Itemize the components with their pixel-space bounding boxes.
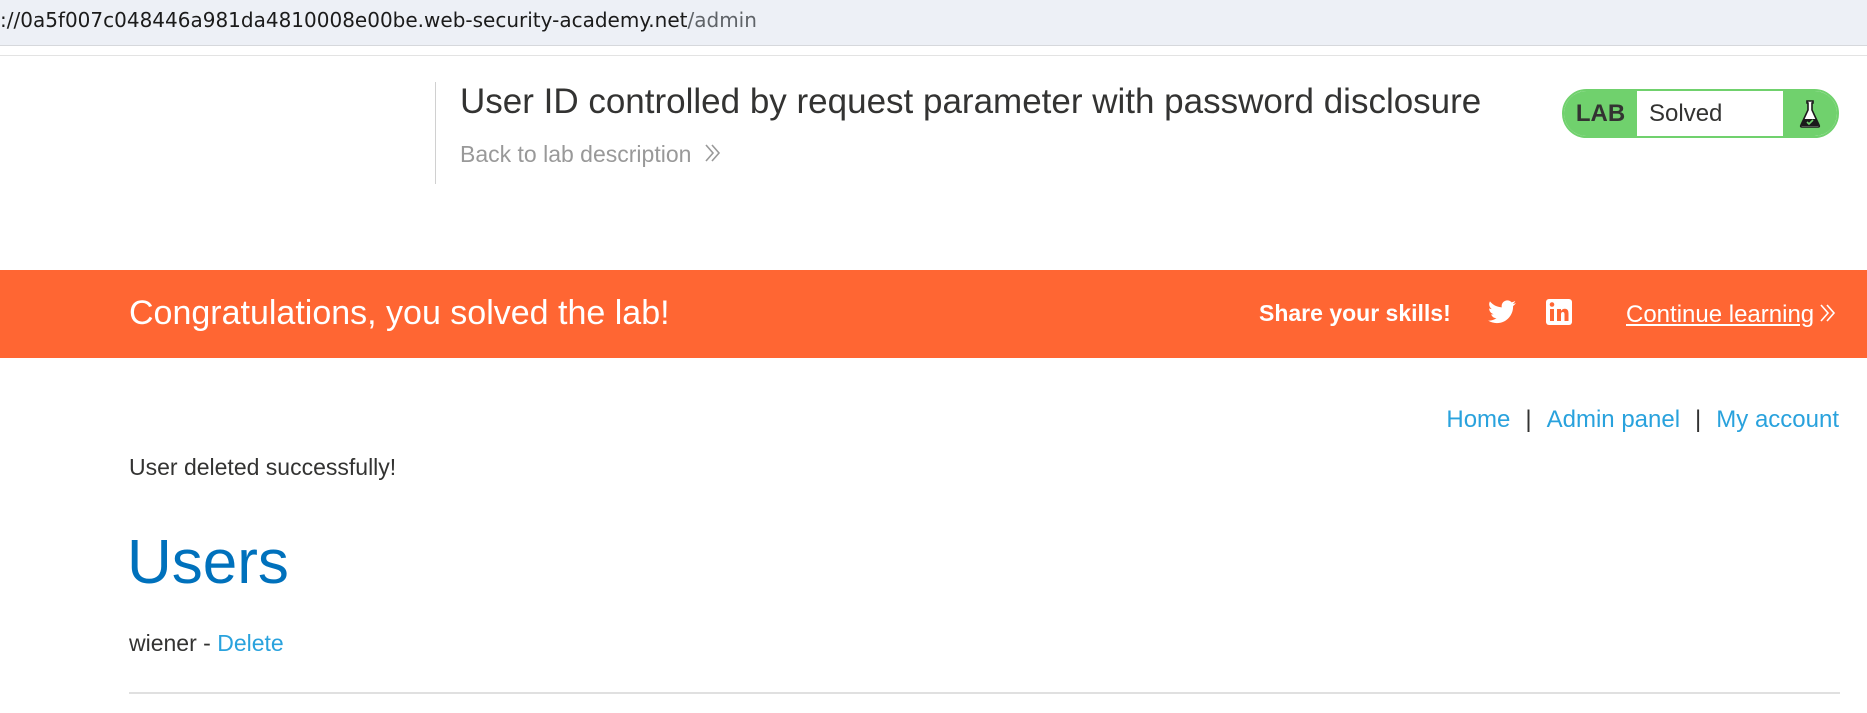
url-host: ://0a5f007c048446a981da4810008e00be.web-…: [0, 8, 688, 32]
status-message: User deleted successfully!: [129, 454, 397, 480]
back-to-lab-description-link[interactable]: Back to lab description: [460, 141, 721, 168]
nav-home-link[interactable]: Home: [1446, 406, 1510, 433]
linkedin-icon[interactable]: [1546, 299, 1572, 330]
double-chevron-right-icon: [1820, 301, 1836, 329]
flask-icon: [1783, 91, 1837, 136]
delete-user-link[interactable]: Delete: [217, 630, 283, 656]
browser-address-bar[interactable]: ://0a5f007c048446a981da4810008e00be.web-…: [0, 0, 1867, 46]
continue-learning-link[interactable]: Continue learning: [1626, 301, 1836, 329]
nav-separator: |: [1525, 406, 1532, 433]
twitter-icon[interactable]: [1488, 300, 1516, 329]
list-item: wiener - Delete: [129, 630, 284, 657]
lab-status-label: LAB: [1564, 91, 1637, 136]
header-divider: [0, 55, 1867, 56]
lab-header: User ID controlled by request parameter …: [435, 82, 1560, 184]
back-link-label: Back to lab description: [460, 141, 692, 167]
congratulations-message: Congratulations, you solved the lab!: [129, 294, 670, 332]
lab-title: User ID controlled by request parameter …: [460, 82, 1482, 121]
lab-status-text: Solved: [1649, 99, 1723, 127]
page-title: Users: [127, 528, 289, 597]
nav-my-account-link[interactable]: My account: [1716, 406, 1839, 433]
username: wiener: [129, 630, 197, 656]
nav-admin-panel-link[interactable]: Admin panel: [1547, 406, 1680, 433]
user-separator: -: [203, 630, 211, 656]
nav-separator: |: [1695, 406, 1702, 433]
double-chevron-right-icon: [705, 141, 721, 168]
solved-banner: Congratulations, you solved the lab! Sha…: [0, 270, 1867, 358]
url-text[interactable]: ://0a5f007c048446a981da4810008e00be.web-…: [0, 8, 757, 32]
continue-learning-label: Continue learning: [1626, 301, 1815, 328]
share-skills-label: Share your skills!: [1259, 300, 1451, 326]
lab-status-widget: LAB Solved: [1562, 89, 1839, 138]
url-path: /admin: [687, 8, 757, 32]
top-navigation: Home | Admin panel | My account: [1446, 406, 1839, 434]
section-divider: [129, 692, 1840, 694]
